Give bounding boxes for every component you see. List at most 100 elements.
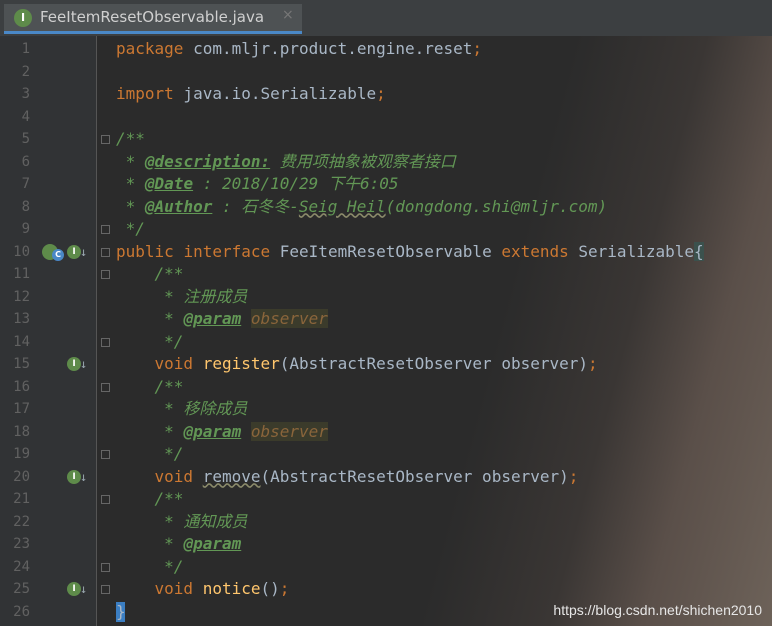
- javadoc-tag: @Author: [144, 196, 213, 216]
- keyword: public: [116, 241, 174, 261]
- code-line: 9 */: [0, 218, 772, 241]
- open-brace: {: [694, 241, 704, 261]
- code-line: 19 */: [0, 443, 772, 466]
- comment-text: * @Date : 2018/10/29 下午6:05: [116, 173, 399, 196]
- line-number: 25: [13, 581, 30, 597]
- line-number: 3: [21, 86, 30, 102]
- line-number: 8: [21, 198, 30, 215]
- fold-icon[interactable]: [101, 495, 110, 504]
- keyword: extends: [501, 241, 569, 261]
- code-line: 10 C I ↓ public interface FeeItemResetOb…: [0, 241, 772, 264]
- code-text: void notice();: [116, 578, 290, 601]
- close-icon[interactable]: ×: [282, 7, 294, 23]
- method-name: notice: [202, 579, 261, 598]
- code-editor[interactable]: 1 package com.mljr.product.engine.reset;…: [0, 36, 772, 626]
- code-line: 1 package com.mljr.product.engine.reset;: [0, 38, 772, 61]
- method-params: (): [260, 579, 280, 598]
- javadoc-tag: @param: [183, 534, 242, 553]
- semicolon: ;: [588, 354, 598, 373]
- line-number: 20: [13, 468, 30, 485]
- fold-icon[interactable]: [101, 247, 110, 257]
- line-number: 4: [21, 108, 30, 125]
- keyword: package: [116, 39, 184, 58]
- line-number: 26: [13, 603, 30, 620]
- line-number: 11: [13, 266, 30, 282]
- tab-feeitemresetobservable[interactable]: I FeeItemResetObservable.java ×: [4, 4, 302, 34]
- comment-text: * 通知成员: [116, 511, 248, 531]
- comment-text: */: [116, 556, 184, 576]
- comment-content: : 2018/10/29 下午6:05: [193, 174, 399, 193]
- javadoc-tag: @description:: [144, 151, 271, 171]
- line-number: 18: [13, 423, 30, 440]
- fold-icon[interactable]: [101, 562, 110, 572]
- line-number: 21: [13, 491, 30, 507]
- param-name: observer: [250, 421, 328, 441]
- code-line: 13 * @param observer: [0, 308, 772, 331]
- line-number: 12: [13, 288, 30, 305]
- implemented-icon[interactable]: I: [67, 469, 81, 484]
- code-line: 24 */: [0, 556, 772, 579]
- fold-icon[interactable]: [101, 270, 110, 279]
- code-text: import java.io.Serializable;: [116, 83, 386, 106]
- line-number: 9: [21, 221, 30, 237]
- comment-text: * @param observer: [116, 308, 328, 331]
- line-number: 6: [21, 153, 30, 170]
- keyword: void: [116, 466, 203, 486]
- code-line: 12 * 注册成员: [0, 286, 772, 309]
- comment-prefix: *: [116, 174, 145, 193]
- comment-prefix: *: [116, 151, 145, 171]
- comment-text: * 注册成员: [116, 286, 248, 306]
- fold-icon[interactable]: [101, 450, 110, 459]
- line-number: 14: [13, 333, 30, 350]
- code-line: 25 I ↓ void notice();: [0, 578, 772, 601]
- code-line: 8 * @Author : 石冬冬-Seig Heil(dongdong.shi…: [0, 196, 772, 219]
- comment-content: (dongdong.shi@mljr.com): [385, 196, 608, 216]
- code-text: void remove(AbstractResetObserver observ…: [116, 466, 579, 489]
- comment-prefix: *: [116, 421, 184, 441]
- implemented-icon[interactable]: I: [67, 357, 81, 371]
- package-name: com.mljr.product.engine.reset: [183, 39, 473, 58]
- code-line: 23 * @param: [0, 533, 772, 556]
- arrow-down-icon: ↓: [80, 357, 88, 371]
- method-params: (AbstractResetObserver observer): [260, 466, 569, 486]
- fold-icon[interactable]: [101, 382, 110, 392]
- code-line: 7 * @Date : 2018/10/29 下午6:05: [0, 173, 772, 196]
- fold-icon[interactable]: [101, 135, 110, 144]
- line-number: 24: [13, 558, 30, 575]
- code-text: package com.mljr.product.engine.reset;: [116, 38, 482, 61]
- line-number: 17: [13, 401, 30, 417]
- line-number: 5: [21, 131, 30, 147]
- comment-content: : 石冬冬-: [212, 196, 299, 216]
- code-text: void register(AbstractResetObserver obse…: [116, 353, 598, 376]
- code-line: 11 /**: [0, 263, 772, 286]
- fold-icon[interactable]: [101, 337, 110, 347]
- line-number: 2: [21, 63, 30, 80]
- code-line: 17 * 移除成员: [0, 398, 772, 421]
- line-number: 15: [13, 356, 30, 372]
- code-line: 14 */: [0, 331, 772, 354]
- comment-text: * @param observer: [116, 421, 328, 444]
- arrow-down-icon: ↓: [80, 244, 88, 259]
- param-name: observer: [250, 309, 328, 328]
- fold-icon[interactable]: [101, 585, 110, 594]
- arrow-down-icon: ↓: [80, 582, 88, 596]
- line-number: 23: [13, 536, 30, 552]
- comment-text: * 移除成员: [116, 399, 248, 418]
- fold-icon[interactable]: [101, 225, 110, 234]
- method-params: (AbstractResetObserver observer): [279, 354, 589, 373]
- comment-text: /**: [116, 489, 184, 508]
- arrow-down-icon: ↓: [80, 469, 88, 484]
- implemented-icon[interactable]: I: [67, 244, 81, 259]
- watermark: https://blog.csdn.net/shichen2010: [553, 602, 762, 618]
- import-name: java.io.Serializable: [173, 84, 377, 103]
- code-line: 2: [0, 61, 772, 84]
- comment-prefix: *: [116, 534, 184, 553]
- comment-prefix: *: [116, 196, 145, 216]
- code-line: 20 I ↓ void remove(AbstractResetObserver…: [0, 466, 772, 489]
- implemented-icon[interactable]: I: [67, 582, 81, 596]
- keyword: void: [116, 579, 203, 598]
- line-number: 22: [13, 513, 30, 530]
- interface-icon: I: [14, 9, 32, 27]
- line-number: 13: [13, 311, 30, 327]
- comment-text: */: [116, 219, 145, 238]
